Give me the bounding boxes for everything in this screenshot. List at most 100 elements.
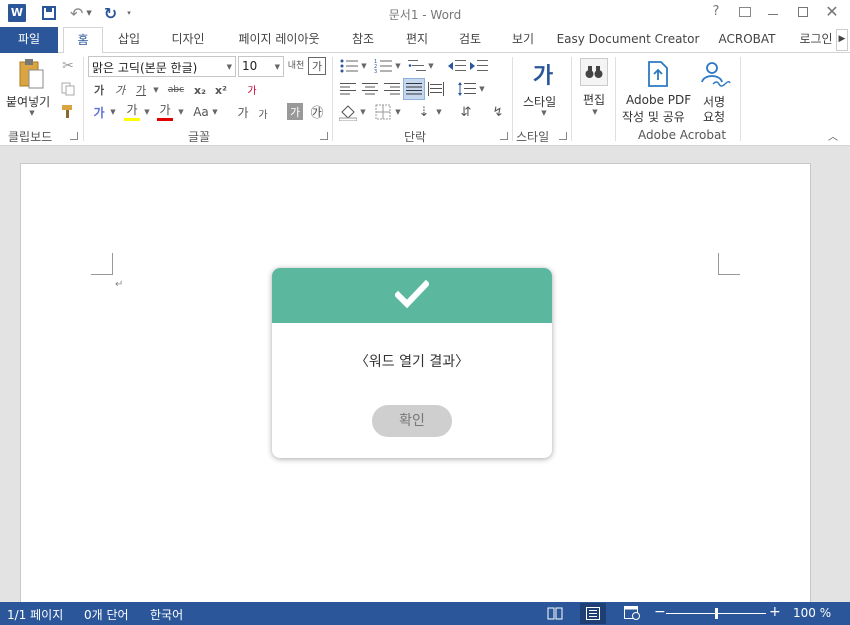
tab-view[interactable]: 보기 (502, 27, 544, 53)
tab-insert[interactable]: 삽입 (108, 27, 150, 53)
create-pdf-label-1[interactable]: Adobe PDF (626, 93, 691, 107)
bullets-dropdown-icon[interactable]: ▼ (360, 60, 368, 72)
page-count[interactable]: 1/1 페이지 (7, 606, 63, 623)
distributed-icon[interactable] (427, 80, 445, 98)
multilevel-list-dropdown-icon[interactable]: ▼ (427, 60, 435, 72)
editing-button[interactable]: 편집 (583, 91, 605, 108)
underline-button[interactable]: 가 (133, 81, 149, 99)
paste-dropdown-icon[interactable]: ▼ (27, 109, 37, 117)
paste-icon[interactable] (14, 57, 48, 91)
create-pdf-label-2[interactable]: 작성 및 공유 (622, 108, 685, 125)
line-spacing-icon[interactable] (457, 80, 477, 98)
change-case-button[interactable]: Aa (191, 103, 211, 121)
request-signature-icon[interactable] (699, 59, 731, 89)
shrink-font-button[interactable]: 가 (256, 105, 270, 121)
increase-indent-icon[interactable] (469, 57, 489, 75)
grow-font-button[interactable]: 가 (235, 103, 251, 121)
request-signature-label-2[interactable]: 요청 (703, 108, 725, 125)
font-size-combo[interactable]: 10 ▼ (238, 56, 284, 77)
highlight-button[interactable]: 가 (123, 100, 141, 122)
align-left-icon[interactable] (339, 80, 357, 98)
shading-dropdown-icon[interactable]: ▼ (359, 106, 367, 118)
paragraph-launcher-icon[interactable] (500, 132, 508, 140)
sort-dropdown-icon[interactable]: ▼ (435, 106, 443, 118)
character-shading-button[interactable]: 가 (287, 103, 303, 120)
align-right-icon[interactable] (383, 80, 401, 98)
text-effects-button[interactable]: 가 (91, 103, 107, 121)
paste-button[interactable]: 붙여넣기 (6, 93, 50, 110)
maximize-icon[interactable] (792, 4, 814, 22)
highlight-dropdown-icon[interactable]: ▼ (143, 106, 151, 118)
ok-button[interactable]: 확인 (372, 405, 452, 437)
superscript-button[interactable]: x² (212, 81, 230, 99)
line-spacing-dropdown-icon[interactable]: ▼ (478, 83, 486, 95)
styles-button[interactable]: 스타일 (523, 93, 556, 110)
font-name-combo[interactable]: 맑은 고딕(본문 한글) ▼ (88, 56, 236, 77)
tab-file[interactable]: 파일 (0, 27, 58, 53)
font-launcher-icon[interactable] (320, 132, 328, 140)
italic-button[interactable]: 가 (112, 81, 128, 99)
strikethrough-button[interactable]: abc (165, 81, 187, 99)
underline-dropdown-icon[interactable]: ▼ (152, 84, 160, 96)
tab-login[interactable]: 로그인 (795, 27, 837, 53)
help-icon[interactable]: ? (705, 4, 727, 22)
tab-design[interactable]: 디자인 (160, 27, 216, 53)
bullets-icon[interactable] (338, 57, 360, 75)
sort-icon[interactable]: ⇣ (414, 102, 434, 122)
asian-layout-icon[interactable]: ⇵ (456, 102, 476, 122)
numbering-dropdown-icon[interactable]: ▼ (394, 60, 402, 72)
tab-references[interactable]: 참조 (342, 27, 384, 53)
styles-dropdown-icon[interactable]: ▼ (539, 109, 549, 117)
tab-acrobat[interactable]: ACROBAT (710, 27, 784, 53)
shading-icon[interactable] (338, 102, 358, 122)
font-color-button[interactable]: 가 (156, 100, 174, 122)
cut-icon[interactable]: ✂ (60, 58, 76, 74)
print-layout-icon[interactable] (580, 603, 606, 624)
format-painter-icon[interactable] (60, 103, 76, 119)
zoom-in-icon[interactable]: + (769, 604, 781, 620)
collapse-ribbon-icon[interactable]: ︿ (826, 129, 840, 143)
multilevel-list-icon[interactable] (406, 57, 428, 75)
font-name-dropdown-icon[interactable]: ▼ (227, 63, 232, 71)
tab-easy-document-creator[interactable]: Easy Document Creator (556, 27, 700, 53)
align-center-icon[interactable] (361, 80, 379, 98)
create-pdf-icon[interactable] (645, 59, 671, 89)
tab-scroll-right-icon[interactable]: ▶ (836, 29, 848, 51)
clear-formatting-button[interactable]: 가 (242, 79, 262, 99)
text-effects-dropdown-icon[interactable]: ▼ (109, 106, 117, 118)
phonetic-guide-button[interactable]: 내천 (287, 56, 305, 76)
editing-dropdown-icon[interactable]: ▼ (590, 108, 600, 116)
tab-review[interactable]: 검토 (449, 27, 491, 53)
web-layout-icon[interactable] (624, 606, 640, 620)
zoom-slider-thumb[interactable] (715, 608, 718, 619)
justify-icon[interactable] (403, 78, 425, 100)
copy-icon[interactable] (60, 81, 76, 97)
decrease-indent-icon[interactable] (447, 57, 467, 75)
subscript-button[interactable]: x₂ (191, 81, 209, 99)
change-case-dropdown-icon[interactable]: ▼ (211, 106, 219, 118)
borders-dropdown-icon[interactable]: ▼ (394, 106, 402, 118)
borders-icon[interactable] (373, 102, 393, 122)
zoom-out-icon[interactable]: − (654, 604, 666, 620)
read-mode-icon[interactable] (547, 606, 563, 620)
show-paragraph-marks-icon[interactable]: ↯ (488, 102, 508, 122)
enclose-characters-button[interactable]: 가 (308, 57, 326, 75)
language-indicator[interactable]: 한국어 (150, 606, 183, 623)
zoom-level[interactable]: 100 % (793, 606, 831, 620)
font-size-dropdown-icon[interactable]: ▼ (275, 63, 280, 71)
bold-button[interactable]: 가 (91, 81, 107, 99)
binoculars-icon[interactable] (580, 58, 608, 86)
close-icon[interactable]: ✕ (821, 2, 843, 21)
styles-icon[interactable]: 가 (526, 57, 560, 91)
ribbon-display-icon[interactable] (734, 4, 756, 22)
enclosed-character-button[interactable]: ㉮ (308, 102, 326, 121)
styles-launcher-icon[interactable] (559, 132, 567, 140)
font-color-dropdown-icon[interactable]: ▼ (177, 106, 185, 118)
tab-mailings[interactable]: 편지 (396, 27, 438, 53)
word-count[interactable]: 0개 단어 (84, 606, 129, 623)
minimize-icon[interactable] (762, 4, 784, 22)
clipboard-launcher-icon[interactable] (70, 132, 78, 140)
numbering-icon[interactable]: 123 (372, 57, 394, 75)
tab-home[interactable]: 홈 (63, 27, 103, 54)
tab-page-layout[interactable]: 페이지 레이아웃 (226, 27, 332, 53)
